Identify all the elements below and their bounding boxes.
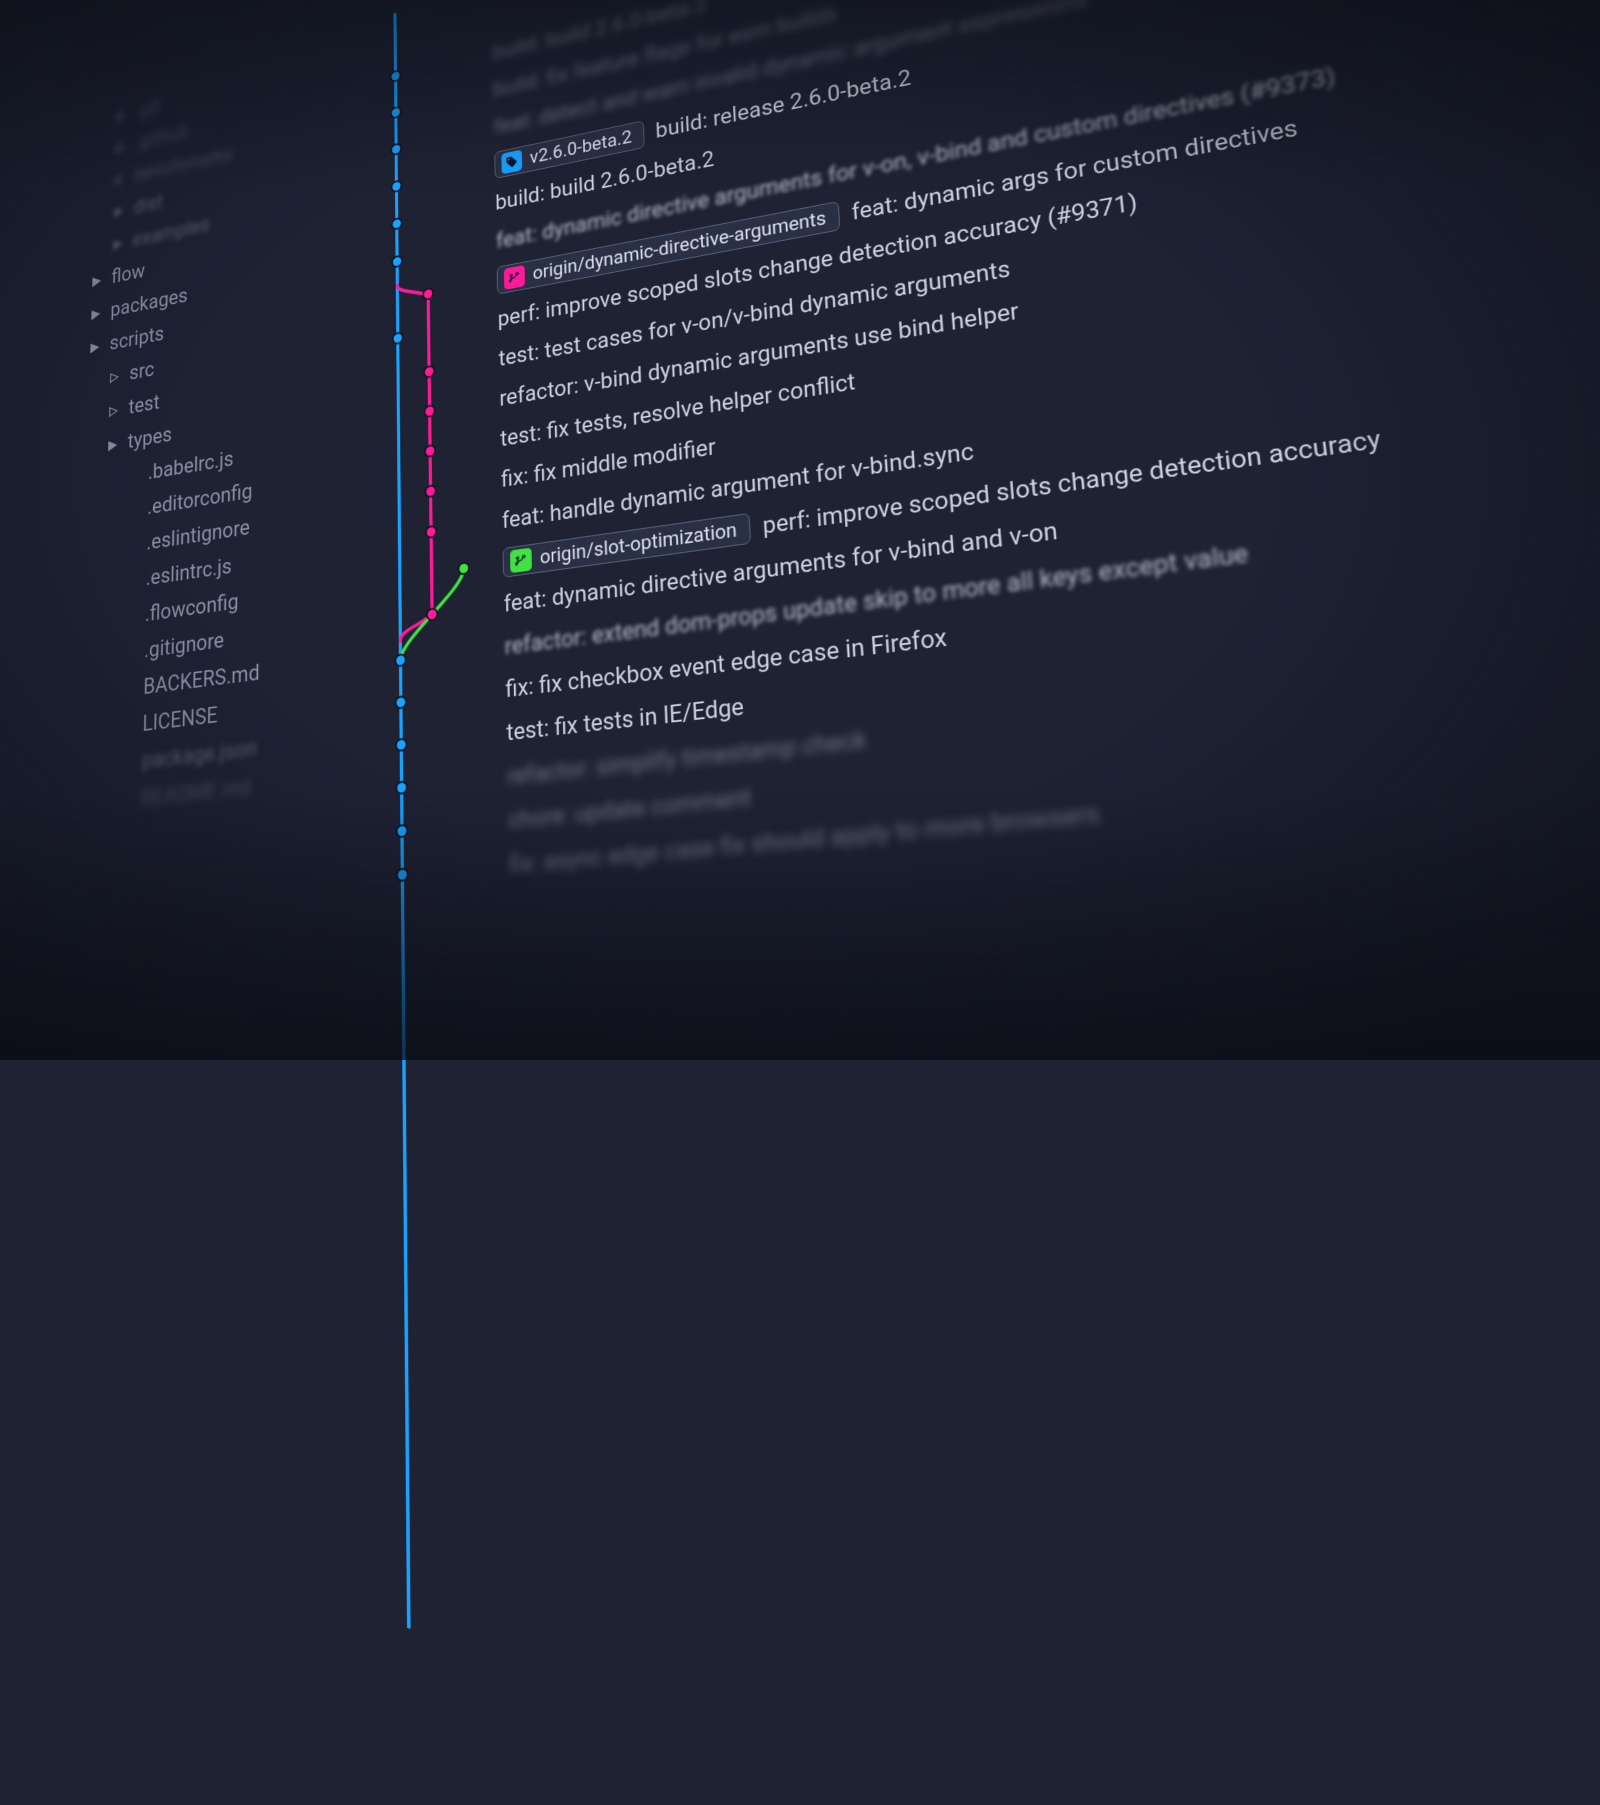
chevron-icon: ▸ — [114, 198, 127, 223]
file-tree-item-label: types — [127, 423, 172, 454]
git-log-panel: build: build 2.6.0-beta.2build: fix feat… — [328, 0, 1600, 1727]
chevron-icon — [127, 509, 140, 511]
file-tree-item-label: .gitignore — [144, 628, 224, 664]
chevron-icon — [124, 652, 137, 654]
chevron-icon: ▸ — [108, 432, 121, 458]
chevron-icon: ▸ — [90, 334, 103, 359]
chevron-icon: ▸ — [91, 301, 104, 326]
chevron-icon — [120, 800, 133, 801]
file-tree-sidebar[interactable]: ▸.git▸.github▸benchmarks▸dist▸examples▸f… — [33, 29, 328, 1624]
tag-icon — [501, 150, 522, 175]
chevron-icon: ▸ — [113, 231, 126, 256]
chevron-icon: ▸ — [115, 166, 128, 191]
file-tree-item-label: flow — [111, 259, 145, 288]
file-tree-item-label: test — [128, 390, 159, 419]
chevron-icon: ▹ — [109, 397, 122, 422]
branch-icon — [510, 548, 532, 574]
file-tree-item-label: README.md — [141, 774, 251, 811]
branch-icon — [504, 265, 525, 290]
chevron-icon — [121, 762, 134, 763]
chevron-icon — [122, 725, 135, 727]
chevron-icon — [125, 616, 138, 618]
file-tree-item-label: dist — [133, 190, 163, 219]
file-tree-item-label: .git — [136, 95, 161, 122]
file-tree-item-label: scripts — [109, 322, 164, 355]
chevron-icon — [126, 580, 139, 582]
chevron-icon: ▸ — [117, 102, 130, 126]
chevron-icon — [123, 688, 136, 690]
chevron-icon: ▹ — [110, 363, 123, 388]
chevron-icon — [128, 474, 141, 476]
file-tree-item-label: src — [129, 358, 154, 386]
chevron-icon — [127, 544, 140, 546]
chevron-icon: ▸ — [92, 268, 105, 293]
chevron-icon: ▸ — [116, 134, 129, 159]
file-tree-item-label: LICENSE — [142, 703, 217, 737]
